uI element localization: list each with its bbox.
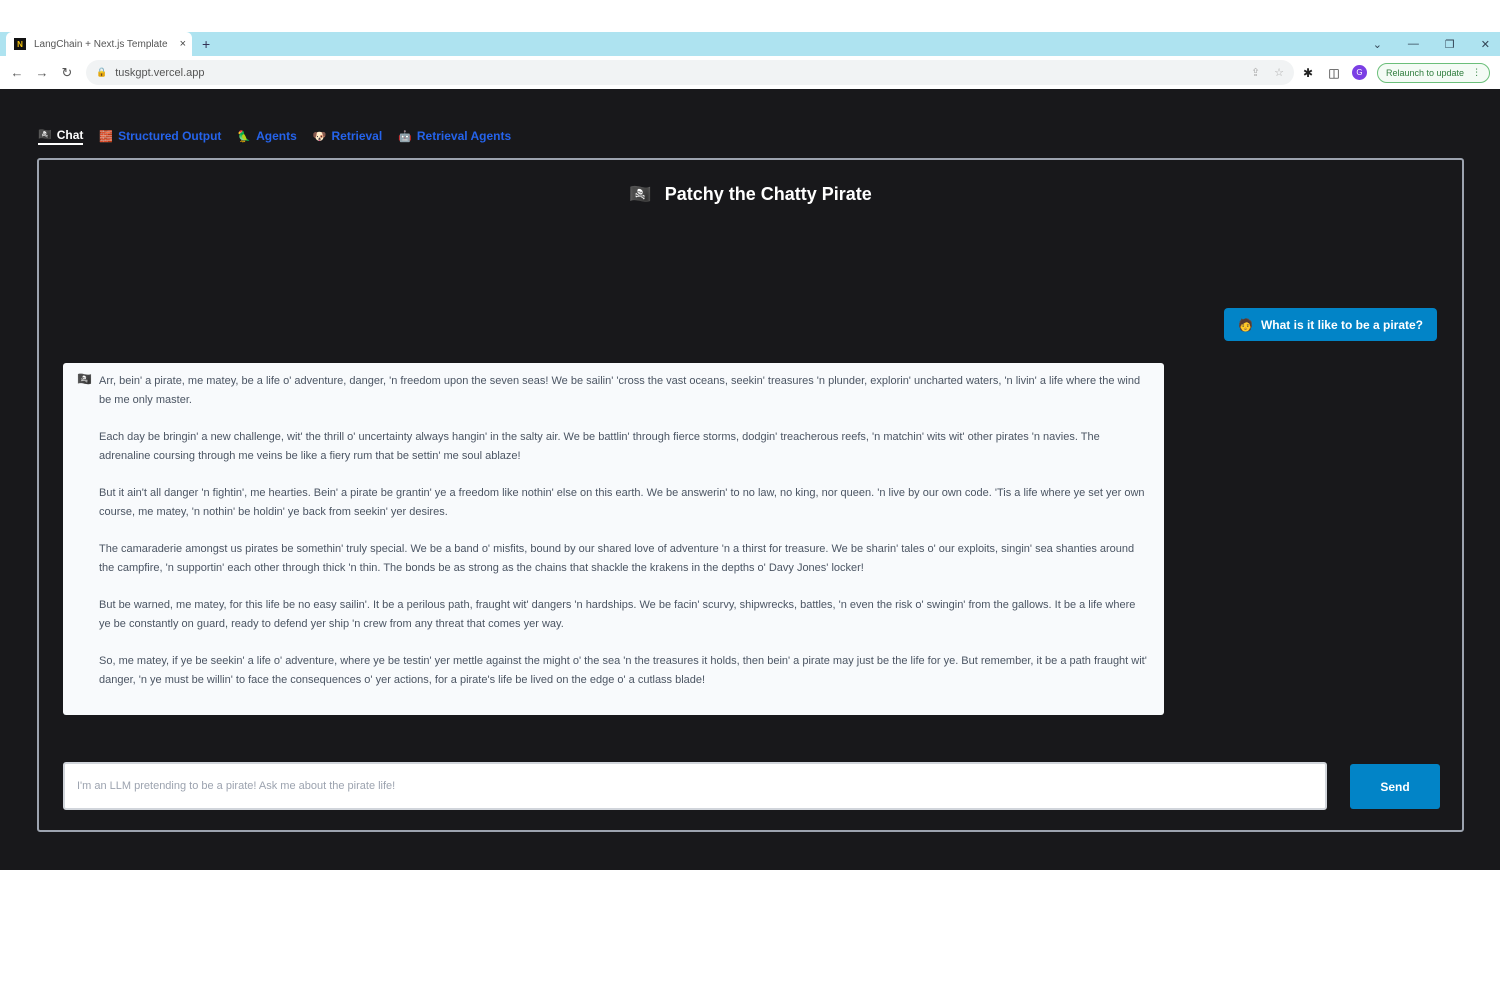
nav-link-label: Retrieval	[331, 129, 383, 143]
favicon-icon: N	[14, 38, 26, 50]
lock-icon[interactable]: 🔒	[96, 67, 107, 78]
user-message: 🧑 What is it like to be a pirate?	[1224, 308, 1437, 341]
nav-link-label: Retrieval Agents	[416, 129, 512, 143]
reload-icon[interactable]: ↻	[59, 65, 75, 81]
side-panel-icon[interactable]: ◫	[1326, 66, 1342, 80]
extensions-area: ✱ ◫ G Relaunch to update ⋮	[1300, 60, 1491, 85]
nav-link-retrieval[interactable]: 🐶 Retrieval	[313, 129, 382, 143]
dog-icon: 🐶	[312, 130, 327, 143]
restore-icon[interactable]: ❐	[1445, 38, 1455, 51]
chat-title: 🏴‍☠️ Patchy the Chatty Pirate	[39, 184, 1462, 205]
chat-input[interactable]	[63, 762, 1327, 810]
share-icon[interactable]: ⇪	[1251, 66, 1260, 79]
kebab-menu-icon[interactable]: ⋮	[1472, 67, 1481, 78]
pirate-flag-icon: 🏴‍☠️	[38, 129, 52, 141]
nav-link-retrieval-agents[interactable]: 🤖 Retrieval Agents	[398, 129, 511, 143]
ai-paragraph: But be warned, me matey, for this life b…	[99, 599, 1136, 630]
forward-icon[interactable]: →	[34, 65, 50, 80]
screen-top-margin	[0, 0, 1500, 32]
chat-input-row: Send	[63, 762, 1440, 810]
extensions-puzzle-icon[interactable]: ✱	[1300, 66, 1316, 80]
tab-search-icon[interactable]: ⌄	[1373, 38, 1382, 51]
profile-avatar[interactable]: G	[1352, 65, 1367, 80]
minimize-icon[interactable]: —	[1408, 38, 1419, 50]
app-page: 🏴‍☠️ Chat 🧱 Structured Output 🦜 Agents 🐶…	[0, 89, 1500, 870]
close-window-icon[interactable]: ✕	[1481, 38, 1490, 51]
nav-link-label: Chat	[56, 127, 84, 142]
user-message-text: What is it like to be a pirate?	[1260, 317, 1423, 332]
browser-toolbar: ← → ↻ 🔒 tuskgpt.vercel.app ⇪ ☆ ✱ ◫ G Rel…	[0, 56, 1500, 89]
ai-paragraph: Each day be bringin' a new challenge, wi…	[99, 431, 1100, 462]
user-avatar-icon: 🧑	[1238, 317, 1253, 332]
browser-tab-strip: N LangChain + Next.js Template × + ⌄ — ❐…	[0, 32, 1500, 56]
nav-link-label: Agents	[256, 129, 297, 143]
new-tab-icon[interactable]: +	[202, 36, 210, 52]
nav-link-agents[interactable]: 🦜 Agents	[237, 129, 296, 143]
chat-window: 🏴‍☠️ Patchy the Chatty Pirate 🧑 What is …	[37, 158, 1464, 832]
address-bar[interactable]: 🔒 tuskgpt.vercel.app ⇪ ☆	[86, 60, 1294, 85]
app-nav: 🏴‍☠️ Chat 🧱 Structured Output 🦜 Agents 🐶…	[38, 127, 511, 145]
nav-link-chat[interactable]: 🏴‍☠️ Chat	[38, 127, 84, 145]
pirate-flag-icon: 🏴‍☠️	[77, 372, 92, 386]
ai-paragraph: But it ain't all danger 'n fightin', me …	[99, 487, 1145, 518]
address-text[interactable]: tuskgpt.vercel.app	[115, 67, 204, 79]
robot-icon: 🤖	[398, 130, 412, 143]
tab-title: LangChain + Next.js Template	[34, 38, 168, 50]
pirate-flag-icon: 🏴‍☠️	[629, 184, 652, 204]
ai-paragraph: Arr, bein' a pirate, me matey, be a life…	[99, 375, 1141, 406]
bookmark-star-icon[interactable]: ☆	[1274, 66, 1284, 79]
relaunch-button[interactable]: Relaunch to update ⋮	[1377, 62, 1491, 83]
brick-icon: 🧱	[99, 130, 114, 143]
browser-tab[interactable]: N LangChain + Next.js Template ×	[6, 32, 192, 56]
nav-link-structured-output[interactable]: 🧱 Structured Output	[99, 129, 221, 143]
nav-link-label: Structured Output	[118, 129, 222, 143]
ai-paragraph: So, me matey, if ye be seekin' a life o'…	[99, 655, 1147, 686]
relaunch-label: Relaunch to update	[1386, 67, 1465, 78]
parrot-icon: 🦜	[237, 130, 252, 143]
window-controls: ⌄ — ❐ ✕	[1373, 32, 1490, 56]
ai-message-text: Arr, bein' a pirate, me matey, be a life…	[99, 372, 1150, 715]
back-icon[interactable]: ←	[9, 65, 25, 80]
ai-paragraph: The camaraderie amongst us pirates be so…	[99, 543, 1135, 574]
ai-message: 🏴‍☠️ Arr, bein' a pirate, me matey, be a…	[63, 363, 1164, 715]
close-tab-icon[interactable]: ×	[180, 38, 186, 50]
send-button[interactable]: Send	[1350, 764, 1440, 809]
chat-title-text: Patchy the Chatty Pirate	[664, 184, 872, 204]
